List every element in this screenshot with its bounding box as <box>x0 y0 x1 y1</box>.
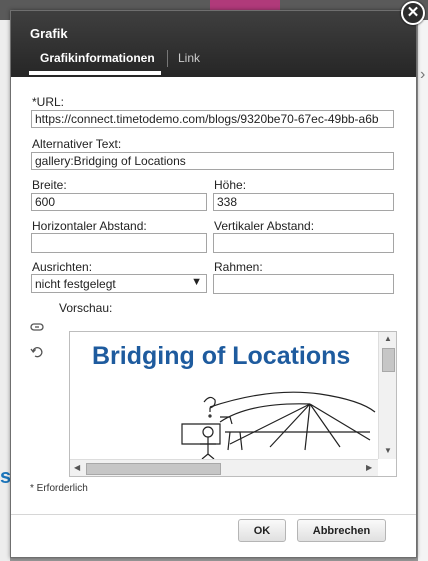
dropdown-arrow-icon: ▼ <box>191 276 202 288</box>
preview-sketch <box>181 391 376 459</box>
preview-horizontal-scrollbar[interactable]: ◀ ▶ <box>70 459 378 476</box>
footer-divider <box>11 514 416 515</box>
tab-link[interactable]: Link <box>178 51 200 65</box>
reset-size-icon[interactable] <box>30 345 44 359</box>
background-page-right <box>418 20 428 561</box>
tab-divider <box>167 50 168 67</box>
url-label: *URL: <box>32 95 65 109</box>
alt-text-label: Alternativer Text: <box>32 137 122 151</box>
scroll-right-arrow-icon[interactable]: ▶ <box>366 463 372 472</box>
active-tab-indicator <box>29 71 161 75</box>
scroll-up-arrow-icon[interactable]: ▲ <box>384 334 392 343</box>
align-select-value: nicht festgelegt <box>35 277 116 291</box>
height-field[interactable]: 338 <box>213 193 394 211</box>
link-dimensions-icon[interactable] <box>30 321 44 335</box>
close-icon[interactable]: ✕ <box>401 1 425 25</box>
width-field[interactable]: 600 <box>31 193 207 211</box>
scroll-left-arrow-icon[interactable]: ◀ <box>74 463 80 472</box>
height-label: Höhe: <box>214 178 247 192</box>
tab-grafikinformationen[interactable]: Grafikinformationen <box>40 51 155 65</box>
dialog-title: Grafik <box>30 26 68 41</box>
preview-vertical-scrollbar[interactable]: ▲ ▼ <box>378 332 396 459</box>
hspace-field[interactable] <box>31 233 207 253</box>
background-chevron-icon: › <box>420 66 426 83</box>
align-select[interactable]: nicht festgelegt ▼ <box>31 274 207 293</box>
required-note: * Erforderlich <box>30 483 88 494</box>
vspace-field[interactable] <box>213 233 394 253</box>
align-label: Ausrichten: <box>32 260 93 274</box>
preview-horizontal-scroll-thumb[interactable] <box>86 463 221 475</box>
dialog-header: Grafik Grafikinformationen Link <box>11 11 416 77</box>
image-preview: Bridging of Locations ▲ ▼ ◀ ▶ <box>69 331 397 477</box>
preview-vertical-scroll-thumb[interactable] <box>382 348 395 372</box>
width-label: Breite: <box>32 178 67 192</box>
preview-label: Vorschau: <box>59 301 113 315</box>
ok-button[interactable]: OK <box>238 519 286 542</box>
scroll-down-arrow-icon[interactable]: ▼ <box>384 446 392 455</box>
border-field[interactable] <box>213 274 394 294</box>
alt-text-field[interactable]: gallery:Bridging of Locations <box>31 152 394 170</box>
cancel-button[interactable]: Abbrechen <box>297 519 386 542</box>
vspace-label: Vertikaler Abstand: <box>214 219 315 233</box>
hspace-label: Horizontaler Abstand: <box>32 219 147 233</box>
url-field[interactable]: https://connect.timetodemo.com/blogs/932… <box>31 110 394 128</box>
image-dialog: Grafik Grafikinformationen Link *URL: ht… <box>10 10 417 558</box>
border-label: Rahmen: <box>214 260 263 274</box>
